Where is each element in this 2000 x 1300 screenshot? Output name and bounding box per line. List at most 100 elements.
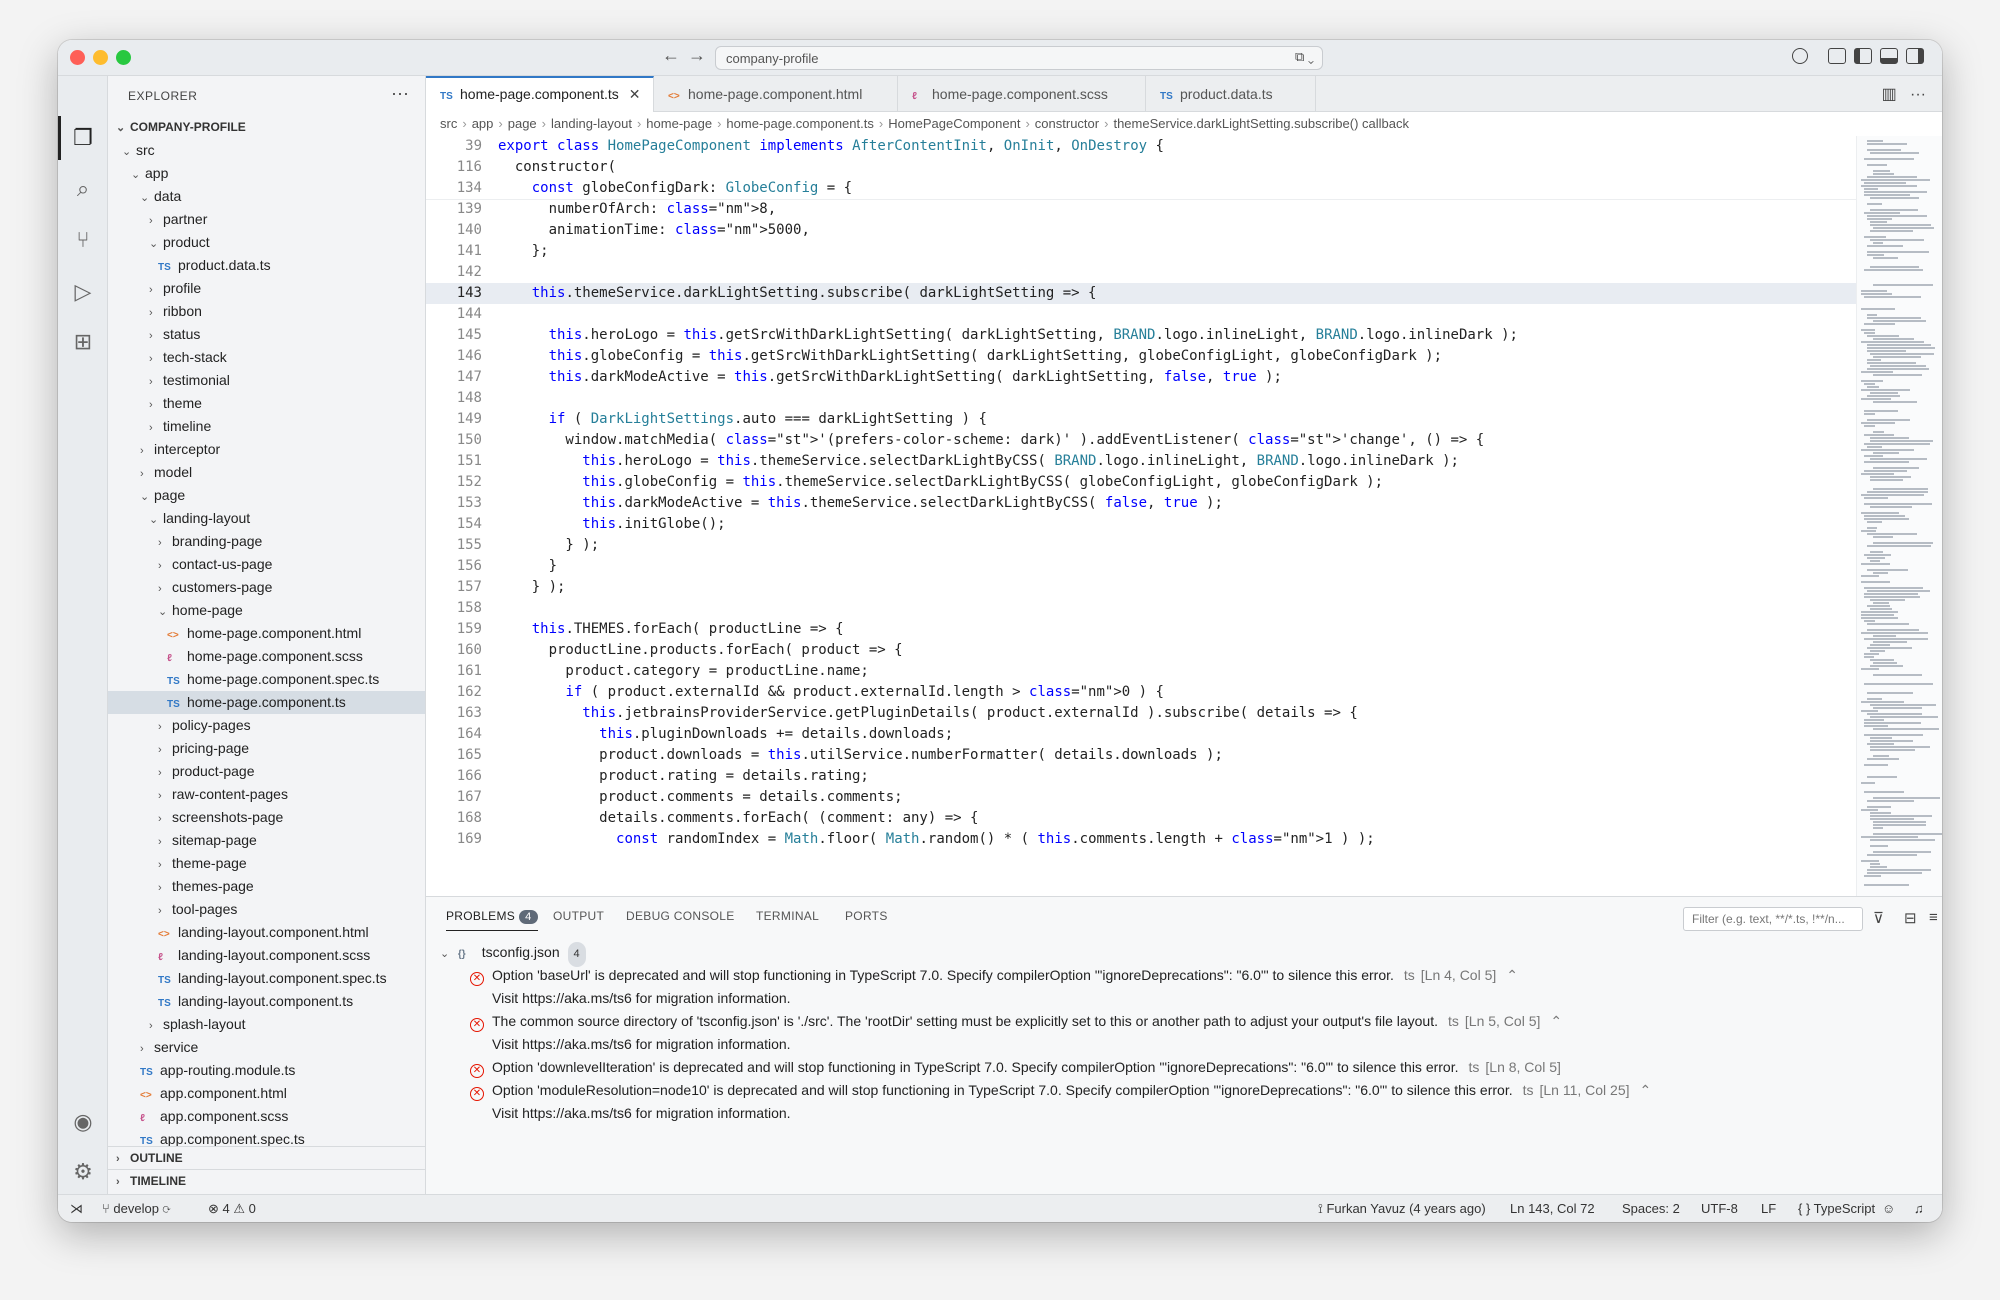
problem-item[interactable]: ✕ Option 'moduleResolution=node10' is dep… [470,1079,1651,1102]
breadcrumb-item[interactable]: constructor [1035,116,1099,131]
zoom-window-button[interactable] [116,50,131,65]
tree-item[interactable]: › contact-us-page [108,553,425,576]
close-window-button[interactable] [70,50,85,65]
timeline-section[interactable]: › TIMELINE [108,1169,425,1192]
tree-item[interactable]: ℓ app.component.scss [108,1105,425,1128]
tree-item[interactable]: › pricing-page [108,737,425,760]
copilot-chat-icon[interactable]: ⧉ ⌄ [1295,49,1314,65]
toggle-panel-icon[interactable] [1880,48,1898,64]
code-line[interactable]: 147 this.darkModeActive = this.getSrcWit… [426,367,1856,388]
filter-icon[interactable]: ⊽ [1873,909,1884,927]
tree-item[interactable]: ⌄ src [108,139,425,162]
problems-filter-input[interactable]: Filter (e.g. text, **/*.ts, !**/n... [1683,907,1863,931]
code-line[interactable]: 116 constructor( [426,157,1856,178]
problems-status[interactable]: ⊗ 4 ⚠ 0 [208,1195,256,1222]
accounts-icon[interactable]: ◉ [71,1110,95,1134]
code-line[interactable]: 148 [426,388,1856,409]
tree-item[interactable]: › themes-page [108,875,425,898]
code-line[interactable]: 160 productLine.products.forEach( produc… [426,640,1856,661]
tree-item[interactable]: › sitemap-page [108,829,425,852]
tree-item[interactable]: › status [108,323,425,346]
problem-item[interactable]: ✕ Option 'baseUrl' is deprecated and will… [470,964,1518,987]
tree-item[interactable]: TS app-routing.module.ts [108,1059,425,1082]
code-line[interactable]: 146 this.globeConfig = this.getSrcWithDa… [426,346,1856,367]
tree-item[interactable]: TS landing-layout.component.ts [108,990,425,1013]
tree-item[interactable]: TS product.data.ts [108,254,425,277]
tab-home-page-component-html[interactable]: <> home-page.component.html [654,76,898,112]
code-line[interactable]: 166 product.rating = details.rating; [426,766,1856,787]
code-line[interactable]: 164 this.pluginDownloads += details.down… [426,724,1856,745]
code-line[interactable]: 154 this.initGlobe(); [426,514,1856,535]
accounts-sync-icon[interactable] [1792,48,1808,64]
collapse-all-icon[interactable]: ⊟ [1904,909,1917,927]
tab-home-page-component-ts[interactable]: TS home-page.component.ts ✕ [426,76,654,112]
code-line[interactable]: 157 } ); [426,577,1856,598]
tree-item[interactable]: › interceptor [108,438,425,461]
breadcrumb-item[interactable]: HomePageComponent [888,116,1020,131]
breadcrumb-item[interactable]: landing-layout [551,116,632,131]
back-arrow-icon[interactable]: ← [662,45,680,66]
code-line[interactable]: 158 [426,598,1856,619]
tree-item[interactable]: <> landing-layout.component.html [108,921,425,944]
code-line[interactable]: 167 product.comments = details.comments; [426,787,1856,808]
remote-indicator-icon[interactable]: ⋊ [70,1195,83,1222]
split-editor-icon[interactable]: ▥ ··· [1882,84,1926,104]
tab-product-data-ts[interactable]: TS product.data.ts [1146,76,1316,112]
tree-item[interactable]: › theme [108,392,425,415]
explorer-icon[interactable]: ❐ [71,126,95,150]
code-line[interactable]: 150 window.matchMedia( class="st">'(pref… [426,430,1856,451]
more-actions-icon[interactable]: ··· [391,83,409,104]
code-line[interactable]: 169 const randomIndex = Math.floor( Math… [426,829,1856,850]
tree-item[interactable]: › testimonial [108,369,425,392]
customize-layout-icon[interactable] [1828,48,1846,64]
tree-item[interactable]: › tool-pages [108,898,425,921]
problem-item[interactable]: ✕ Option 'downlevelIteration' is deprecat… [470,1056,1561,1079]
code-line[interactable]: 151 this.heroLogo = this.themeService.se… [426,451,1856,472]
tree-item[interactable]: › ribbon [108,300,425,323]
breadcrumb-item[interactable]: home-page [646,116,712,131]
forward-arrow-icon[interactable]: → [688,45,706,66]
tree-item[interactable]: › branding-page [108,530,425,553]
tab-problems[interactable]: PROBLEMS 4 [446,909,538,931]
tree-item[interactable]: TS home-page.component.spec.ts [108,668,425,691]
code-line[interactable]: 134 const globeConfigDark: GlobeConfig =… [426,178,1856,199]
tree-item[interactable]: ℓ landing-layout.component.scss [108,944,425,967]
chevron-up-icon[interactable]: ⌃ [1550,1013,1562,1029]
code-line[interactable]: 141 }; [426,241,1856,262]
indentation-status[interactable]: Spaces: 2 [1622,1195,1680,1222]
tree-item[interactable]: ⌄ home-page [108,599,425,622]
tree-item[interactable]: <> home-page.component.html [108,622,425,645]
code-line[interactable]: 145 this.heroLogo = this.getSrcWithDarkL… [426,325,1856,346]
chevron-up-icon[interactable]: ⌃ [1640,1082,1652,1098]
tree-item[interactable]: ⌄ data [108,185,425,208]
tab-ports[interactable]: PORTS [845,909,888,923]
code-line[interactable]: 140 animationTime: class="nm">5000, [426,220,1856,241]
eol-status[interactable]: LF [1761,1195,1776,1222]
code-line[interactable]: 159 this.THEMES.forEach( productLine => … [426,619,1856,640]
code-line[interactable]: 144 [426,304,1856,325]
minimap[interactable] [1856,136,1942,896]
breadcrumb-item[interactable]: app [472,116,494,131]
code-line[interactable]: 156 } [426,556,1856,577]
tree-item[interactable]: › timeline [108,415,425,438]
view-as-list-icon[interactable]: ≡ [1929,909,1938,926]
tree-item[interactable]: › tech-stack [108,346,425,369]
breadcrumb-item[interactable]: page [508,116,537,131]
language-mode[interactable]: { } TypeScript [1798,1195,1875,1222]
tree-item[interactable]: › raw-content-pages [108,783,425,806]
code-line[interactable]: 161 product.category = productLine.name; [426,661,1856,682]
notifications-bell-icon[interactable]: ♫ [1914,1195,1924,1222]
code-line[interactable]: 162 if ( product.externalId && product.e… [426,682,1856,703]
tab-terminal[interactable]: TERMINAL [756,909,819,923]
tree-item[interactable]: ⌄ landing-layout [108,507,425,530]
tree-item[interactable]: › splash-layout [108,1013,425,1036]
tree-item[interactable]: › theme-page [108,852,425,875]
code-line[interactable]: 152 this.globeConfig = this.themeService… [426,472,1856,493]
tree-item[interactable]: ⌄ product [108,231,425,254]
tree-item[interactable]: › model [108,461,425,484]
breadcrumb-item[interactable]: src [440,116,457,131]
run-debug-icon[interactable]: ▷ [71,280,95,304]
code-line[interactable]: 163 this.jetbrainsProviderService.getPlu… [426,703,1856,724]
code-line[interactable]: 142 [426,262,1856,283]
tree-item[interactable]: <> app.component.html [108,1082,425,1105]
